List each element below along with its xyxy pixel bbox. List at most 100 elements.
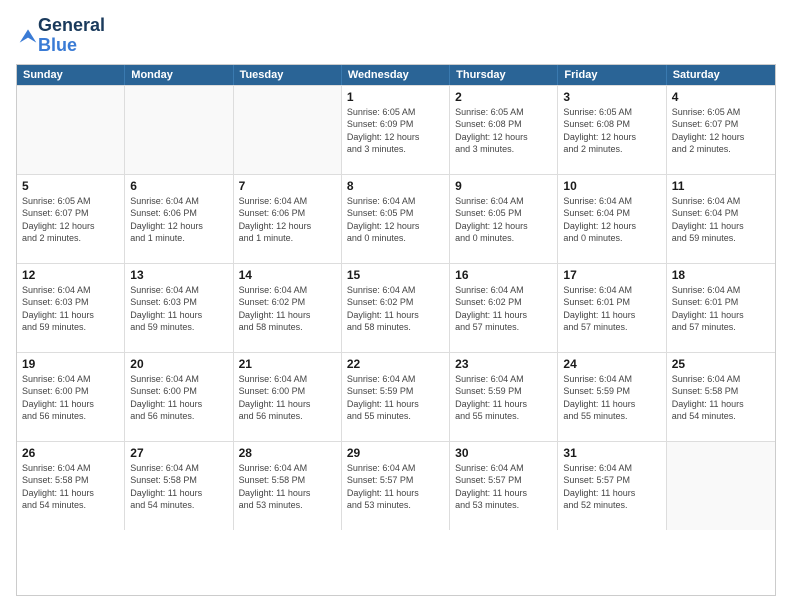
day-cell-30: 30Sunrise: 6:04 AM Sunset: 5:57 PM Dayli… <box>450 442 558 530</box>
logo-text-line2: Blue <box>38 36 105 56</box>
day-cell-27: 27 Sunrise: 6:04 AM Sunset: 5:58 PM Dayli… <box>125 442 233 530</box>
day-number: 5 <box>22 179 119 193</box>
day-info: Sunrise: 6:04 AM Sunset: 5:57 PM Dayligh… <box>455 462 552 512</box>
header: General Blue <box>16 16 776 56</box>
day-cell-8: 8 Sunrise: 6:04 AM Sunset: 6:05 PM Daylig… <box>342 175 450 263</box>
day-number: 29 <box>347 446 444 460</box>
day-cell-19: 19Sunrise: 6:04 AM Sunset: 6:00 PM Dayli… <box>17 353 125 441</box>
day-number: 23 <box>455 357 552 371</box>
day-cell-6: 6 Sunrise: 6:04 AM Sunset: 6:06 PM Daylig… <box>125 175 233 263</box>
day-number: 6 <box>130 179 227 193</box>
day-info: Sunrise: 6:04 AM Sunset: 6:04 PM Dayligh… <box>563 195 660 245</box>
day-cell-4: 4Sunrise: 6:05 AM Sunset: 6:07 PM Daylig… <box>667 86 775 174</box>
week-row-5: 26 Sunrise: 6:04 AM Sunset: 5:58 PM Dayli… <box>17 441 775 530</box>
day-info: Sunrise: 6:04 AM Sunset: 6:00 PM Dayligh… <box>130 373 227 423</box>
day-cell-20: 20 Sunrise: 6:04 AM Sunset: 6:00 PM Dayli… <box>125 353 233 441</box>
week-row-1: 1 Sunrise: 6:05 AM Sunset: 6:09 PM Daylig… <box>17 85 775 174</box>
header-day-monday: Monday <box>125 65 233 85</box>
empty-cell <box>17 86 125 174</box>
day-cell-1: 1 Sunrise: 6:05 AM Sunset: 6:09 PM Daylig… <box>342 86 450 174</box>
logo-text-line1: General <box>38 16 105 36</box>
day-cell-23: 23 Sunrise: 6:04 AM Sunset: 5:59 PM Dayli… <box>450 353 558 441</box>
day-cell-31: 31Sunrise: 6:04 AM Sunset: 5:57 PM Dayli… <box>558 442 666 530</box>
day-info: Sunrise: 6:04 AM Sunset: 6:02 PM Dayligh… <box>347 284 444 334</box>
day-info: Sunrise: 6:04 AM Sunset: 5:59 PM Dayligh… <box>347 373 444 423</box>
day-cell-2: 2 Sunrise: 6:05 AM Sunset: 6:08 PM Daylig… <box>450 86 558 174</box>
day-info: Sunrise: 6:04 AM Sunset: 6:05 PM Dayligh… <box>347 195 444 245</box>
week-row-4: 19 Sunrise: 6:04 AM Sunset: 6:00 PM Dayli… <box>17 352 775 441</box>
day-info: Sunrise: 6:05 AM Sunset: 6:07 PM Dayligh… <box>672 106 770 156</box>
day-number: 12 <box>22 268 119 282</box>
day-cell-25: 25 Sunrise: 6:04 AM Sunset: 5:58 PM Dayli… <box>667 353 775 441</box>
day-cell-26: 26 Sunrise: 6:04 AM Sunset: 5:58 PM Dayli… <box>17 442 125 530</box>
day-cell-14: 14 Sunrise: 6:04 AM Sunset: 6:02 PM Dayli… <box>234 264 342 352</box>
day-number: 10 <box>563 179 660 193</box>
day-info: Sunrise: 6:04 AM Sunset: 6:03 PM Dayligh… <box>22 284 119 334</box>
day-cell-10: 10 Sunrise: 6:04 AM Sunset: 6:04 PM Dayli… <box>558 175 666 263</box>
day-cell-28: 28Sunrise: 6:04 AM Sunset: 5:58 PM Dayli… <box>234 442 342 530</box>
day-info: Sunrise: 6:04 AM Sunset: 6:03 PM Dayligh… <box>130 284 227 334</box>
day-number: 20 <box>130 357 227 371</box>
week-row-2: 5 Sunrise: 6:05 AM Sunset: 6:07 PM Daylig… <box>17 174 775 263</box>
day-cell-11: 11 Sunrise: 6:04 AM Sunset: 6:04 PM Dayli… <box>667 175 775 263</box>
day-info: Sunrise: 6:04 AM Sunset: 5:58 PM Dayligh… <box>130 462 227 512</box>
day-info: Sunrise: 6:05 AM Sunset: 6:09 PM Dayligh… <box>347 106 444 156</box>
day-info: Sunrise: 6:04 AM Sunset: 5:57 PM Dayligh… <box>347 462 444 512</box>
day-info: Sunrise: 6:05 AM Sunset: 6:07 PM Dayligh… <box>22 195 119 245</box>
day-info: Sunrise: 6:04 AM Sunset: 6:06 PM Dayligh… <box>130 195 227 245</box>
day-number: 22 <box>347 357 444 371</box>
day-number: 14 <box>239 268 336 282</box>
day-number: 1 <box>347 90 444 104</box>
empty-cell <box>234 86 342 174</box>
day-info: Sunrise: 6:05 AM Sunset: 6:08 PM Dayligh… <box>563 106 660 156</box>
day-number: 27 <box>130 446 227 460</box>
day-number: 11 <box>672 179 770 193</box>
day-number: 26 <box>22 446 119 460</box>
day-info: Sunrise: 6:04 AM Sunset: 6:02 PM Dayligh… <box>455 284 552 334</box>
day-info: Sunrise: 6:04 AM Sunset: 5:57 PM Dayligh… <box>563 462 660 512</box>
empty-cell <box>667 442 775 530</box>
day-cell-16: 16Sunrise: 6:04 AM Sunset: 6:02 PM Dayli… <box>450 264 558 352</box>
day-info: Sunrise: 6:05 AM Sunset: 6:08 PM Dayligh… <box>455 106 552 156</box>
day-info: Sunrise: 6:04 AM Sunset: 6:06 PM Dayligh… <box>239 195 336 245</box>
header-day-saturday: Saturday <box>667 65 775 85</box>
header-day-sunday: Sunday <box>17 65 125 85</box>
day-info: Sunrise: 6:04 AM Sunset: 6:01 PM Dayligh… <box>672 284 770 334</box>
calendar-header: SundayMondayTuesdayWednesdayThursdayFrid… <box>17 65 775 85</box>
day-info: Sunrise: 6:04 AM Sunset: 5:58 PM Dayligh… <box>672 373 770 423</box>
empty-cell <box>125 86 233 174</box>
day-info: Sunrise: 6:04 AM Sunset: 5:59 PM Dayligh… <box>563 373 660 423</box>
page: General Blue SundayMondayTuesdayWednesda… <box>0 0 792 612</box>
day-cell-9: 9 Sunrise: 6:04 AM Sunset: 6:05 PM Daylig… <box>450 175 558 263</box>
day-info: Sunrise: 6:04 AM Sunset: 6:01 PM Dayligh… <box>563 284 660 334</box>
header-day-thursday: Thursday <box>450 65 558 85</box>
day-cell-15: 15 Sunrise: 6:04 AM Sunset: 6:02 PM Dayli… <box>342 264 450 352</box>
day-number: 2 <box>455 90 552 104</box>
day-cell-18: 18Sunrise: 6:04 AM Sunset: 6:01 PM Dayli… <box>667 264 775 352</box>
day-cell-5: 5 Sunrise: 6:05 AM Sunset: 6:07 PM Daylig… <box>17 175 125 263</box>
day-number: 8 <box>347 179 444 193</box>
day-number: 19 <box>22 357 119 371</box>
day-number: 25 <box>672 357 770 371</box>
day-number: 21 <box>239 357 336 371</box>
day-info: Sunrise: 6:04 AM Sunset: 5:59 PM Dayligh… <box>455 373 552 423</box>
day-info: Sunrise: 6:04 AM Sunset: 5:58 PM Dayligh… <box>22 462 119 512</box>
day-number: 15 <box>347 268 444 282</box>
day-cell-22: 22 Sunrise: 6:04 AM Sunset: 5:59 PM Dayli… <box>342 353 450 441</box>
day-number: 13 <box>130 268 227 282</box>
day-cell-21: 21Sunrise: 6:04 AM Sunset: 6:00 PM Dayli… <box>234 353 342 441</box>
day-number: 7 <box>239 179 336 193</box>
header-day-tuesday: Tuesday <box>234 65 342 85</box>
day-cell-29: 29 Sunrise: 6:04 AM Sunset: 5:57 PM Dayli… <box>342 442 450 530</box>
day-cell-24: 24Sunrise: 6:04 AM Sunset: 5:59 PM Dayli… <box>558 353 666 441</box>
day-number: 28 <box>239 446 336 460</box>
day-info: Sunrise: 6:04 AM Sunset: 6:02 PM Dayligh… <box>239 284 336 334</box>
day-number: 17 <box>563 268 660 282</box>
day-info: Sunrise: 6:04 AM Sunset: 6:05 PM Dayligh… <box>455 195 552 245</box>
day-info: Sunrise: 6:04 AM Sunset: 6:04 PM Dayligh… <box>672 195 770 245</box>
day-number: 9 <box>455 179 552 193</box>
header-day-friday: Friday <box>558 65 666 85</box>
header-day-wednesday: Wednesday <box>342 65 450 85</box>
logo-icon <box>18 26 38 46</box>
calendar-body: 1 Sunrise: 6:05 AM Sunset: 6:09 PM Daylig… <box>17 85 775 530</box>
